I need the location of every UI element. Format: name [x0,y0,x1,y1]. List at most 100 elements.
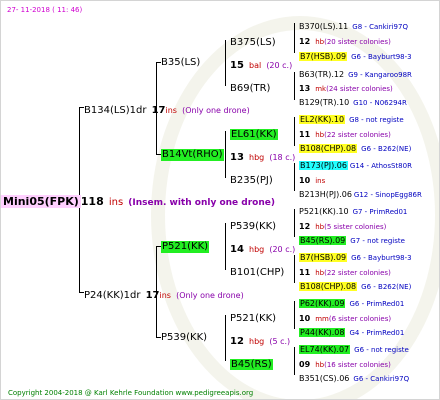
g1-name[interactable]: P24(KK)1dr [84,290,141,301]
connector-line [294,209,295,237]
g4-name[interactable]: B63(TR).12 [299,70,344,79]
g4-number: 12 [299,37,311,46]
g3-row: P521(KK) [230,310,276,325]
connector-line [225,131,226,178]
pedigree-panel: 27- 11-2018 ( 11: 46) Mini05(FPK) 118 ins… [0,0,440,400]
root-queen-note: (Insem. with only one drone) [128,198,275,208]
connector-line [225,40,226,86]
g1-row: P24(KK)1dr 17ins (Only one drone) [84,287,244,302]
g4-name[interactable]: P44(KK).08 [299,328,346,337]
g4-name[interactable]: B108(CHP).08 [299,282,358,291]
g4-name[interactable]: B129(TR).10 [299,98,349,107]
root-queen-row: Mini05(FPK) 118 ins (Insem. with only one… [1,194,275,209]
g2-name[interactable]: B14Vt(RHO) [161,149,224,161]
g4-name[interactable]: B45(RS).09 [299,236,347,245]
g4-name[interactable]: B108(CHP).08 [299,144,358,153]
g4-row: B7(HSB).09 G6 - Bayburt98-3 [299,48,412,63]
g3-row: B69(TR) [230,80,270,95]
g4-sister-info: 09 hb(16 sister colonies) [299,356,391,371]
g3-row: B101(CHP) [230,264,284,279]
g4-name[interactable]: B370(LS).11 [299,22,348,31]
connector-line [294,72,295,100]
g4-name[interactable]: B351(CS).06 [299,374,349,383]
g4-row: B45(RS).09 G7 - not registe [299,232,405,247]
g3-name[interactable]: B101(CHP) [230,267,284,278]
g4-number: 11 [299,130,311,139]
g3-name[interactable]: B45(RS) [230,359,273,370]
g4-name[interactable]: EL2(KK).10 [299,115,346,124]
timestamp: 27- 11-2018 ( 11: 46) [7,6,83,14]
g4-code: G14 - AthosSt80R [349,162,412,170]
g4-row: B108(CHP).08 G6 - B262(NE) [299,278,411,293]
g4-suffix: hb [315,38,325,46]
connector-line [294,23,295,53]
g4-row: P521(KK).10 G7 - PrimRed01 [299,203,407,218]
g3-info: 14 hbg (20 c.) [230,241,295,256]
g3-suffix: bal [249,61,262,70]
g2-name[interactable]: P521(KK) [161,241,210,253]
g4-name[interactable]: EL74(KK).07 [299,345,351,354]
g3-row: EL61(KK) [230,126,278,141]
g4-row: B351(CS).06 G6 - Cankiri97Q [299,370,409,385]
g3-name[interactable]: B375(LS) [230,37,276,48]
g4-note: (16 sister colonies) [324,361,391,369]
g4-code: G7 - not registe [350,237,405,245]
g4-name[interactable]: P62(KK).09 [299,299,346,308]
g1-number: 17 [151,105,166,116]
g4-code: G6 - B262(NE) [361,145,412,153]
g4-number: 10 [299,176,311,185]
g4-number: 10 [299,314,311,323]
g4-suffix: hb [315,223,325,231]
g3-row: B235(PJ) [230,172,273,187]
g3-name[interactable]: EL61(KK) [230,129,278,140]
g4-name[interactable]: B213H(PJ).06 [299,190,352,199]
g4-name[interactable]: P521(KK).10 [299,207,349,216]
g3-name[interactable]: B69(TR) [230,83,270,94]
g2-name[interactable]: B35(LS) [161,57,200,69]
g4-name[interactable]: B173(PJ).06 [299,161,348,170]
g1-name[interactable]: B134(LS)1dr [84,105,147,116]
g4-name[interactable]: B7(HSB).09 [299,253,348,262]
g4-row: B63(TR).12 G9 - Kangaroo98R [299,66,412,81]
g3-name[interactable]: P539(KK) [230,221,276,232]
g4-code: G9 - Kangaroo98R [348,71,412,79]
g2-name[interactable]: P539(KK) [161,332,207,344]
connector-line [225,223,226,270]
g4-number: 13 [299,84,311,93]
connector-line [294,301,295,329]
g4-suffix: mk [315,85,327,93]
g4-sister-info: 12 hb(5 sister colonies) [299,218,386,233]
g3-suffix: hbg [249,245,265,254]
g4-suffix: ins [315,177,326,185]
g4-row: B7(HSB).09 G6 - Bayburt98-3 [299,249,412,264]
connector-line [294,255,295,283]
g4-code: G6 - not registe [354,346,409,354]
g1-note: (Only one drone) [182,106,250,115]
g4-code: G8 - Cankiri97Q [352,23,408,31]
g4-code: G6 - Bayburt98-3 [351,254,412,262]
root-queen-name[interactable]: Mini05(FPK) [1,195,81,208]
g4-note: (22 sister colonies) [324,269,391,277]
g4-sister-info: 11 hb(22 sister colonies) [299,126,391,141]
g4-number: 12 [299,222,311,231]
g4-note: (20 sister colonies) [324,38,391,46]
connector-line [294,117,295,146]
g4-sister-info: 13 mk(24 sister colonies) [299,80,393,95]
g4-row: EL74(KK).07 G6 - not registe [299,341,409,356]
g4-name[interactable]: B7(HSB).09 [299,52,348,61]
g1-suffix: ins [165,106,177,115]
g4-note: (24 sister colonies) [326,85,393,93]
g3-row: B45(RS) [230,356,273,371]
g1-suffix: ins [159,291,171,300]
g4-row: B213H(PJ).06 G12 - SinopEgg86R [299,186,422,201]
g4-number: 11 [299,268,311,277]
g4-suffix: hb [315,131,325,139]
connector-line [294,347,295,375]
g3-suffix: hbg [249,153,265,162]
connector-line [294,163,295,191]
g3-info: 12 hbg (5 c.) [230,333,290,348]
g3-name[interactable]: B235(PJ) [230,175,273,186]
g3-info: 13 hbg (18 c.) [230,149,295,164]
g3-name[interactable]: P521(KK) [230,313,276,324]
g1-note: (Only one drone) [176,291,244,300]
